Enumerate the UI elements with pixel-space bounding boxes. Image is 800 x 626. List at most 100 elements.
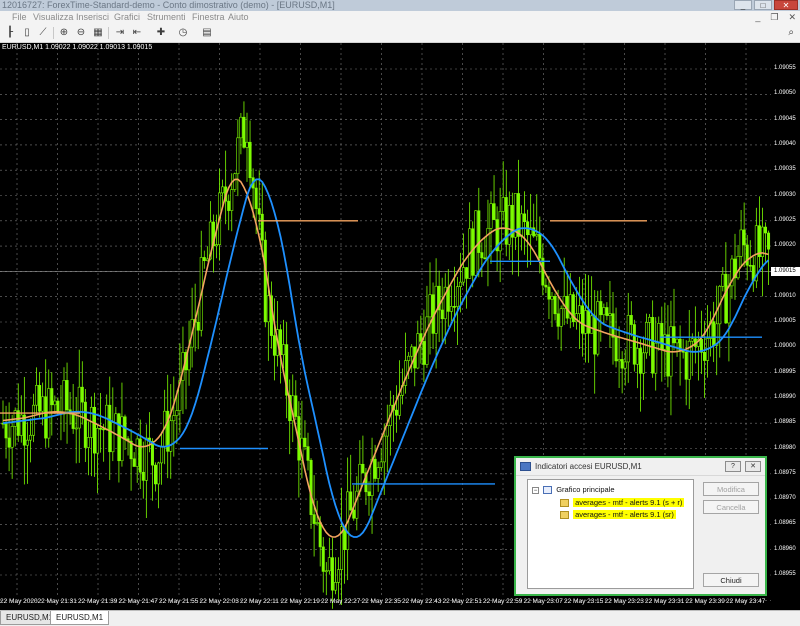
candle-body	[602, 307, 606, 316]
candle-body	[53, 400, 57, 406]
help-button[interactable]: ?	[725, 461, 741, 472]
candle-body	[742, 229, 746, 246]
delete-button[interactable]: Cancella	[703, 500, 759, 514]
candle-body	[260, 213, 264, 241]
price-tick-label: 1.08990	[774, 393, 796, 400]
menu-finestra[interactable]: Finestra	[192, 12, 225, 22]
indicator-item-2[interactable]: averages - mtf - alerts 9.1 (sr)	[560, 510, 676, 520]
templates-icon[interactable]: ▤	[200, 26, 214, 39]
indicators-icon[interactable]: ✚	[154, 26, 168, 39]
close-dialog-button[interactable]: Chiudi	[703, 573, 759, 587]
candle-body	[230, 189, 234, 211]
candle-body	[266, 295, 270, 323]
search-icon[interactable]: ⌕	[788, 27, 794, 38]
menu-strumenti[interactable]: Strumenti	[147, 12, 186, 22]
price-tick-label: 1.08965	[774, 520, 796, 527]
tab-eurusd-2[interactable]: EURUSD,M1	[50, 611, 110, 625]
candle-body	[111, 422, 115, 453]
tile-icon[interactable]: ▦	[91, 26, 105, 39]
menu-aiuto[interactable]: Aiuto	[228, 12, 249, 22]
candle-body	[373, 458, 377, 479]
edit-button[interactable]: Modifica	[703, 482, 759, 496]
time-tick-label: 22 May 21:55	[159, 598, 199, 605]
bar-chart-icon[interactable]: ┠	[3, 26, 17, 39]
candlestick-icon[interactable]: ▯	[20, 26, 34, 39]
candle-body	[596, 301, 600, 355]
candle-body	[501, 197, 505, 212]
menu-grafici[interactable]: Grafici	[114, 12, 140, 22]
zoom-out-icon[interactable]: ⊖	[74, 26, 88, 39]
candle-body	[407, 355, 411, 361]
candle-body	[324, 570, 328, 573]
time-tick-label: 22 May 22:27	[321, 598, 361, 605]
candle-body	[77, 386, 81, 429]
periods-icon[interactable]: ◷	[176, 26, 190, 39]
candle-body	[196, 321, 200, 331]
time-tick-label: 22 May 23:47	[726, 598, 766, 605]
menu-inserisci[interactable]: Inserisci	[76, 12, 109, 22]
candle-body	[767, 232, 771, 250]
price-tick-label: 1.09030	[774, 191, 796, 198]
child-close-button[interactable]: ✕	[788, 12, 796, 23]
candle-body	[544, 284, 548, 288]
tree-root-item[interactable]: − Grafico principale	[532, 485, 615, 495]
candle-body	[626, 315, 630, 363]
indicator-item-1[interactable]: averages - mtf - alerts 9.1 (s + r)	[560, 498, 685, 508]
candle-body	[62, 380, 66, 415]
candle-body	[175, 410, 179, 416]
candle-body	[550, 295, 554, 300]
toolbar-separator	[53, 27, 54, 39]
maximize-button[interactable]: □	[754, 0, 772, 10]
candle-body	[617, 359, 621, 362]
candle-body	[651, 317, 655, 374]
candle-body	[236, 137, 240, 175]
candle-body	[74, 427, 78, 430]
candle-body	[239, 116, 243, 139]
chart-symbol-info: EURUSD,M1 1.09022 1.09022 1.09013 1.0901…	[2, 44, 153, 51]
price-tick-label: 1.08985	[774, 419, 796, 426]
candle-body	[83, 401, 87, 448]
menu-file[interactable]: File	[12, 12, 27, 22]
candle-body	[458, 281, 462, 287]
shift-icon[interactable]: ⇤	[130, 26, 144, 39]
candle-body	[712, 321, 716, 346]
candle-body	[349, 491, 353, 511]
minimize-button[interactable]: _	[734, 0, 752, 10]
price-tick-label: 1.09010	[774, 292, 796, 299]
child-restore-button[interactable]: ❐	[770, 12, 778, 23]
candle-body	[306, 446, 310, 461]
candle-body	[367, 491, 371, 496]
child-window-controls: _ ❐ ✕	[755, 12, 796, 23]
child-minimize-button[interactable]: _	[755, 12, 760, 23]
candle-body	[154, 464, 158, 485]
price-tick-label: 1.09045	[774, 115, 796, 122]
candle-body	[336, 569, 340, 583]
candle-body	[593, 315, 597, 355]
candle-body	[150, 441, 154, 466]
candle-body	[580, 305, 584, 334]
candle-body	[535, 234, 539, 237]
time-tick-label: 22 May 22:59	[483, 598, 523, 605]
candle-body	[96, 427, 100, 454]
dialog-close-icon[interactable]: ✕	[745, 461, 761, 472]
line-chart-icon[interactable]: ⟋	[36, 26, 50, 39]
time-tick-label: 22 May 21:31	[37, 598, 77, 605]
candle-body	[312, 514, 316, 524]
collapse-icon[interactable]: −	[532, 486, 539, 494]
candle-body	[666, 334, 670, 377]
candle-body	[242, 116, 246, 148]
time-tick-label: 22 May 22:43	[402, 598, 442, 605]
scroll-icon[interactable]: ⇥	[113, 26, 127, 39]
price-tick-label: 1.09025	[774, 216, 796, 223]
candle-body	[321, 546, 325, 572]
close-window-button[interactable]: ✕	[774, 0, 798, 10]
price-tick-label: 1.09000	[774, 343, 796, 350]
candle-body	[721, 273, 725, 287]
chart-window-icon	[520, 462, 531, 471]
zoom-in-icon[interactable]: ⊕	[57, 26, 71, 39]
candle-body	[379, 461, 383, 468]
menu-visualizza[interactable]: Visualizza	[33, 12, 73, 22]
chart-tabs: EURUSD,M1 EURUSD,M1	[0, 610, 800, 626]
price-tick-label: 1.08995	[774, 368, 796, 375]
candle-body	[41, 396, 45, 412]
